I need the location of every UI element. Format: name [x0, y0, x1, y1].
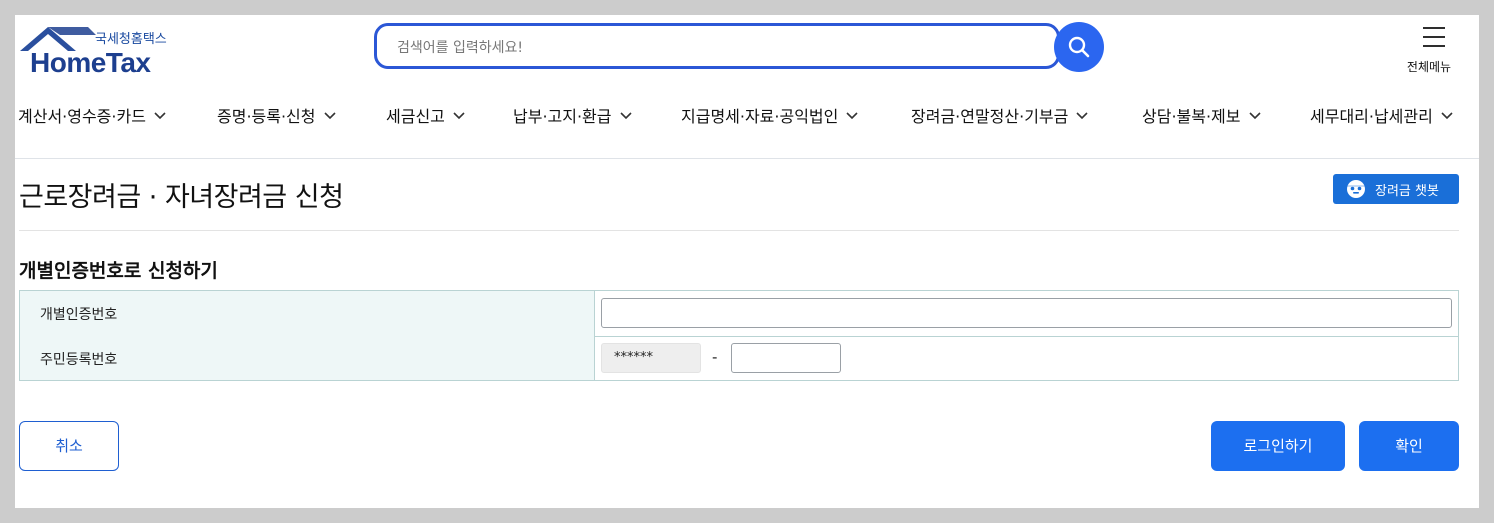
chevron-down-icon: [1248, 111, 1261, 119]
logo-english-text: HomeTax: [30, 47, 151, 78]
page-frame: 국세청홈택스 HomeTax 전체메뉴 계산서·영수증·카드 증명·등록·신청 …: [15, 15, 1479, 508]
robot-icon: [1347, 180, 1365, 198]
table-row: 개별인증번호: [20, 291, 1458, 337]
nav-item-tax-report[interactable]: 세금신고: [386, 103, 465, 127]
nav-item-label: 장려금·연말정산·기부금: [911, 107, 1069, 126]
chevron-down-icon: [1076, 111, 1088, 119]
nav-item-certificate[interactable]: 증명·등록·신청: [217, 103, 336, 127]
rrn-label: 주민등록번호: [40, 352, 118, 368]
nav-divider: [15, 158, 1479, 159]
table-row: 주민등록번호 ****** -: [20, 336, 1458, 380]
rrn-back-input[interactable]: [731, 343, 841, 373]
search-button[interactable]: [1054, 22, 1104, 72]
chevron-down-icon: [154, 111, 166, 119]
auth-form-table: 개별인증번호 주민등록번호 ****** -: [19, 290, 1459, 381]
chevron-down-icon: [453, 111, 465, 119]
nav-item-statement[interactable]: 지급명세·자료·공익법인: [681, 103, 858, 127]
hamburger-icon: [1423, 27, 1445, 47]
chevron-down-icon: [323, 111, 336, 119]
nav-item-label: 세무대리·납세관리: [1310, 107, 1433, 126]
cancel-button[interactable]: 취소: [19, 421, 119, 471]
full-menu-label: 전체메뉴: [1406, 60, 1452, 74]
chevron-down-icon: [1441, 111, 1453, 119]
rrn-front-field: ******: [601, 343, 701, 373]
login-button[interactable]: 로그인하기: [1211, 421, 1345, 471]
cert-number-header: 개별인증번호: [20, 291, 595, 336]
section-title: 개별인증번호로 신청하기: [19, 260, 218, 282]
nav-item-label: 증명·등록·신청: [217, 107, 316, 126]
nav-item-payment[interactable]: 납부·고지·환급: [513, 103, 632, 127]
page-title: 근로장려금 · 자녀장려금 신청: [19, 182, 344, 213]
nav-item-invoice[interactable]: 계산서·영수증·카드: [18, 103, 166, 127]
nav-item-label: 납부·고지·환급: [513, 107, 612, 126]
nav-item-label: 지급명세·자료·공익법인: [681, 107, 839, 126]
nav-item-incentive[interactable]: 장려금·연말정산·기부금: [911, 103, 1088, 127]
search-icon: [1068, 36, 1090, 58]
chevron-down-icon: [846, 111, 858, 119]
rrn-separator: -: [712, 348, 718, 366]
logo-korean-text: 국세청홈택스: [95, 32, 167, 47]
full-menu-button[interactable]: 전체메뉴: [1395, 23, 1455, 77]
title-divider: [19, 230, 1459, 231]
nav-item-consult[interactable]: 상담·불복·제보: [1142, 103, 1261, 127]
search-box: [374, 23, 1060, 69]
nav-item-label: 상담·불복·제보: [1142, 107, 1241, 126]
confirm-button[interactable]: 확인: [1359, 421, 1459, 471]
cert-number-input[interactable]: [601, 298, 1452, 328]
nav-item-label: 계산서·영수증·카드: [18, 107, 146, 126]
nav-item-label: 세금신고: [386, 107, 445, 126]
chatbot-button[interactable]: 장려금 챗봇: [1333, 174, 1459, 204]
nav-item-agent[interactable]: 세무대리·납세관리: [1310, 103, 1453, 127]
chatbot-label: 장려금 챗봇: [1375, 184, 1439, 199]
main-nav: 계산서·영수증·카드 증명·등록·신청 세금신고 납부·고지·환급 지급명세·자…: [15, 103, 1479, 133]
hometax-logo[interactable]: 국세청홈택스 HomeTax: [18, 25, 178, 78]
cert-number-label: 개별인증번호: [40, 307, 118, 323]
search-input[interactable]: [395, 36, 1039, 60]
rrn-header: 주민등록번호: [20, 336, 595, 380]
chevron-down-icon: [619, 111, 632, 119]
